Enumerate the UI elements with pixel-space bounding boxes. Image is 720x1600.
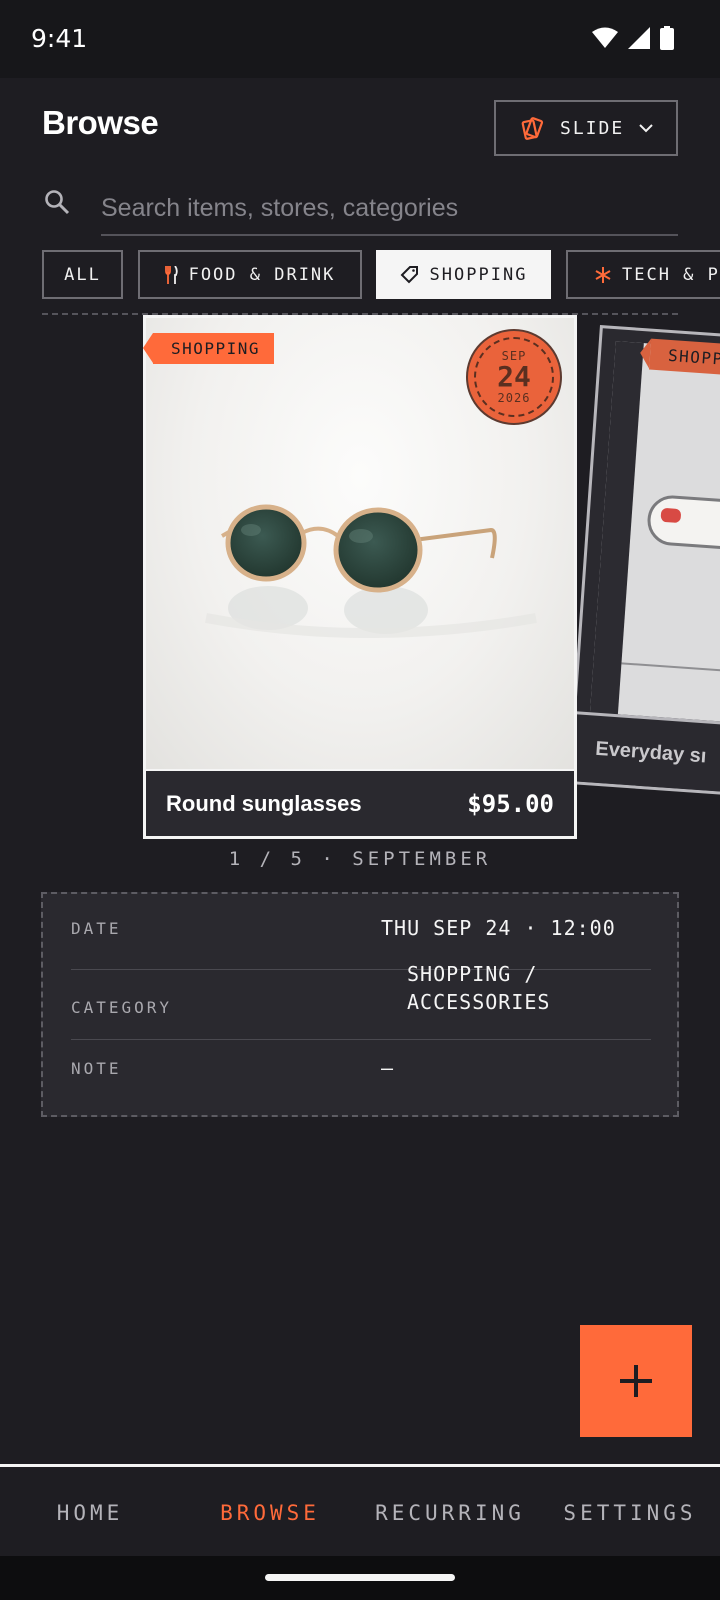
date-stamp: SEP 24 2026 [466,329,562,425]
detail-value: SHOPPING / ACCESSORIES [407,960,550,1016]
nav-recurring[interactable]: RECURRING [360,1467,540,1559]
nav-settings[interactable]: SETTINGS [540,1467,720,1559]
detail-divider [71,969,651,970]
gesture-bar [0,1556,720,1600]
detail-value: — [381,1056,395,1080]
filter-chip-tech[interactable]: TECH & PO [566,250,720,299]
tag-icon [400,265,418,283]
home-indicator[interactable] [265,1574,455,1581]
filter-chip-all[interactable]: ALL [42,250,123,299]
nav-home[interactable]: HOME [0,1467,180,1559]
status-bar: 9:41 [0,0,720,78]
detail-label: DATE [71,918,122,938]
cards-icon [521,117,544,140]
next-item-name: Everyday sı [594,737,708,768]
wifi-icon [592,27,618,48]
plus-icon [620,1365,652,1397]
next-item-photo [589,341,720,737]
nav-browse[interactable]: BROWSE [180,1467,360,1559]
detail-divider [71,1039,651,1040]
next-item-footer: Everyday sı [571,711,720,799]
add-item-button[interactable] [580,1325,692,1437]
stamp-year: 2026 [497,391,531,405]
filter-chip-food-drink[interactable]: FOOD & DRINK [138,250,362,299]
item-footer: Round sunglasses $95.00 [146,769,574,836]
stamp-day: 24 [497,360,531,393]
view-mode-dropdown[interactable]: SLIDE [494,100,678,156]
nav-label: SETTINGS [563,1501,697,1525]
next-item-category-label: SHOPPI [667,345,720,370]
status-icons [592,26,674,50]
photo-edge [621,662,720,680]
nav-label: HOME [56,1501,124,1525]
detail-label: NOTE [71,1058,122,1078]
category-line-2: ACCESSORIES [407,990,551,1014]
item-name: Round sunglasses [166,790,362,816]
stamp-month: SEP [501,349,527,363]
filter-chip-label: SHOPPING [429,264,528,285]
sneaker-image [645,493,720,551]
chevron-down-icon [639,124,653,133]
category-line-1: SHOPPING / [407,962,538,986]
item-category-tag: SHOPPING [142,333,275,364]
filter-chip-label: ALL [64,264,101,285]
nav-label: BROWSE [220,1501,320,1525]
bottom-nav: HOME BROWSE RECURRING SETTINGS [0,1464,720,1556]
next-item-card[interactable]: Everyday sı [567,325,720,803]
asterisk-icon [595,266,611,283]
item-category-label: SHOPPING [171,339,261,358]
item-price: $95.00 [467,789,554,818]
page-title: Browse [42,104,159,141]
card-pager: 1 / 5 · SEPTEMBER [228,848,492,870]
search-input[interactable] [101,182,678,234]
search-field [101,182,678,236]
fork-knife-icon [164,265,178,284]
search-icon [43,188,71,221]
battery-icon [660,26,674,50]
nav-label: RECURRING [375,1501,525,1525]
filter-chip-shopping[interactable]: SHOPPING [376,250,551,299]
detail-value: THU SEP 24 · 12:00 [381,916,616,940]
detail-label: CATEGORY [71,998,173,1017]
filter-chip-label: FOOD & DRINK [188,264,336,285]
filter-chip-label: TECH & PO [622,264,720,285]
signal-icon [628,27,650,49]
status-time: 9:41 [31,24,88,53]
view-mode-label: SLIDE [560,117,625,139]
item-details-panel: DATE THU SEP 24 · 12:00 CATEGORY SHOPPIN… [41,892,679,1117]
